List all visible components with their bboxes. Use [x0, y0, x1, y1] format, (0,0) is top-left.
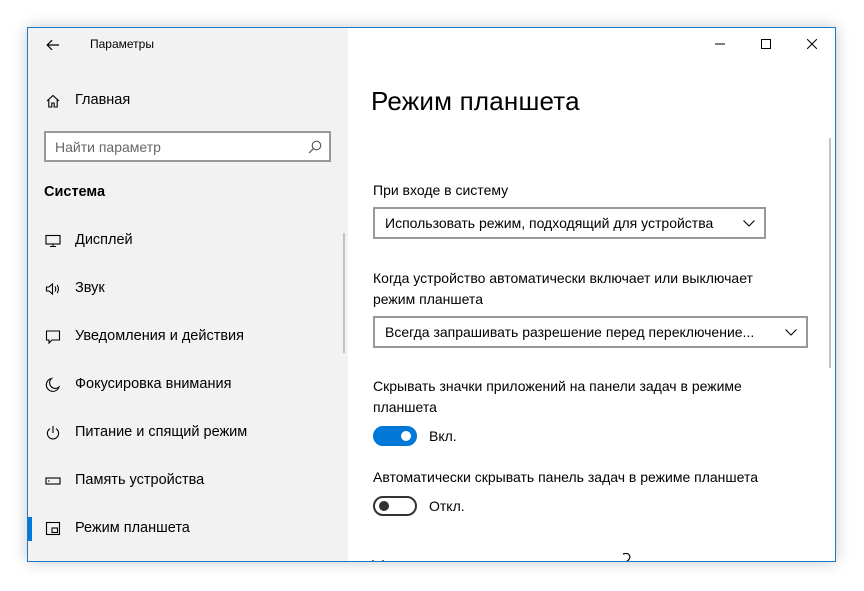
- sidebar-item-label: Уведомления и действия: [75, 328, 244, 344]
- sidebar-item-storage[interactable]: Память устройства: [28, 461, 348, 501]
- minimize-icon: [715, 43, 725, 45]
- sidebar-item-tablet-mode[interactable]: Режим планшета: [28, 509, 348, 549]
- search-input[interactable]: Найти параметр: [44, 131, 331, 162]
- nav-home-label: Главная: [75, 92, 131, 108]
- power-icon: [44, 424, 62, 442]
- sidebar-item-label: Фокусировка внимания: [75, 376, 232, 392]
- tablet-mode-icon: [44, 520, 62, 538]
- minimize-button[interactable]: [697, 28, 743, 60]
- auto-switch-dropdown[interactable]: Всегда запрашивать разрешение перед пере…: [373, 316, 808, 348]
- back-button[interactable]: [38, 32, 68, 58]
- sidebar-item-label: Звук: [75, 280, 105, 296]
- notification-icon: [44, 328, 62, 346]
- sidebar-scrollbar[interactable]: [343, 233, 345, 353]
- moon-icon: [44, 376, 62, 394]
- chevron-down-icon: [743, 220, 755, 227]
- main-content: Режим планшета При входе в систему Испол…: [348, 28, 835, 561]
- main-scrollbar[interactable]: [829, 138, 831, 368]
- hide-taskbar-toggle[interactable]: [373, 496, 417, 516]
- sidebar-item-label: Память устройства: [75, 472, 205, 488]
- maximize-button[interactable]: [743, 28, 789, 60]
- active-indicator: [28, 517, 32, 541]
- arrow-left-icon: [46, 39, 59, 51]
- sidebar-item-power[interactable]: Питание и спящий режим: [28, 413, 348, 453]
- auto-switch-label: Когда устройство автоматически включает …: [373, 270, 753, 307]
- settings-window: Параметры Главная Найти параметр Система: [27, 27, 836, 562]
- signin-dropdown[interactable]: Использовать режим, подходящий для устро…: [373, 207, 766, 239]
- chevron-down-icon: [785, 329, 797, 336]
- search-icon[interactable]: [307, 139, 323, 155]
- hide-icons-label: Скрывать значки приложений на панели зад…: [373, 378, 742, 415]
- sidebar-item-label: Режим планшета: [75, 520, 190, 536]
- toggle-knob: [379, 501, 389, 511]
- nav-home[interactable]: Главная: [28, 86, 348, 116]
- signin-dropdown-value: Использовать режим, подходящий для устро…: [385, 215, 714, 231]
- sidebar-item-display[interactable]: Дисплей: [28, 221, 348, 261]
- sidebar-item-label: Питание и спящий режим: [75, 424, 248, 440]
- page-title: Режим планшета: [371, 86, 580, 116]
- sidebar-item-focus[interactable]: Фокусировка внимания: [28, 365, 348, 405]
- hide-taskbar-state: Откл.: [429, 498, 465, 514]
- hide-icons-toggle[interactable]: [373, 426, 417, 446]
- close-button[interactable]: [789, 28, 835, 60]
- section-title: Система: [44, 184, 106, 200]
- maximize-icon: [761, 39, 771, 49]
- sidebar-item-label: Дисплей: [75, 232, 133, 248]
- sidebar-item-notifications[interactable]: Уведомления и действия: [28, 317, 348, 357]
- search-placeholder: Найти параметр: [55, 139, 161, 155]
- sidebar: Параметры Главная Найти параметр Система: [28, 28, 348, 561]
- toggle-knob: [401, 431, 411, 441]
- monitor-icon: [44, 232, 62, 250]
- auto-switch-dropdown-value: Всегда запрашивать разрешение перед пере…: [385, 324, 755, 340]
- clipped-heading: [372, 552, 631, 561]
- app-title: Параметры: [90, 37, 154, 51]
- signin-label: При входе в систему: [373, 182, 509, 198]
- storage-icon: [44, 472, 62, 490]
- speaker-icon: [44, 280, 62, 298]
- home-icon: [44, 92, 62, 110]
- hide-icons-state: Вкл.: [429, 428, 457, 444]
- sidebar-item-sound[interactable]: Звук: [28, 269, 348, 309]
- hide-taskbar-label: Автоматически скрывать панель задач в ре…: [373, 469, 758, 485]
- close-icon: [807, 39, 817, 49]
